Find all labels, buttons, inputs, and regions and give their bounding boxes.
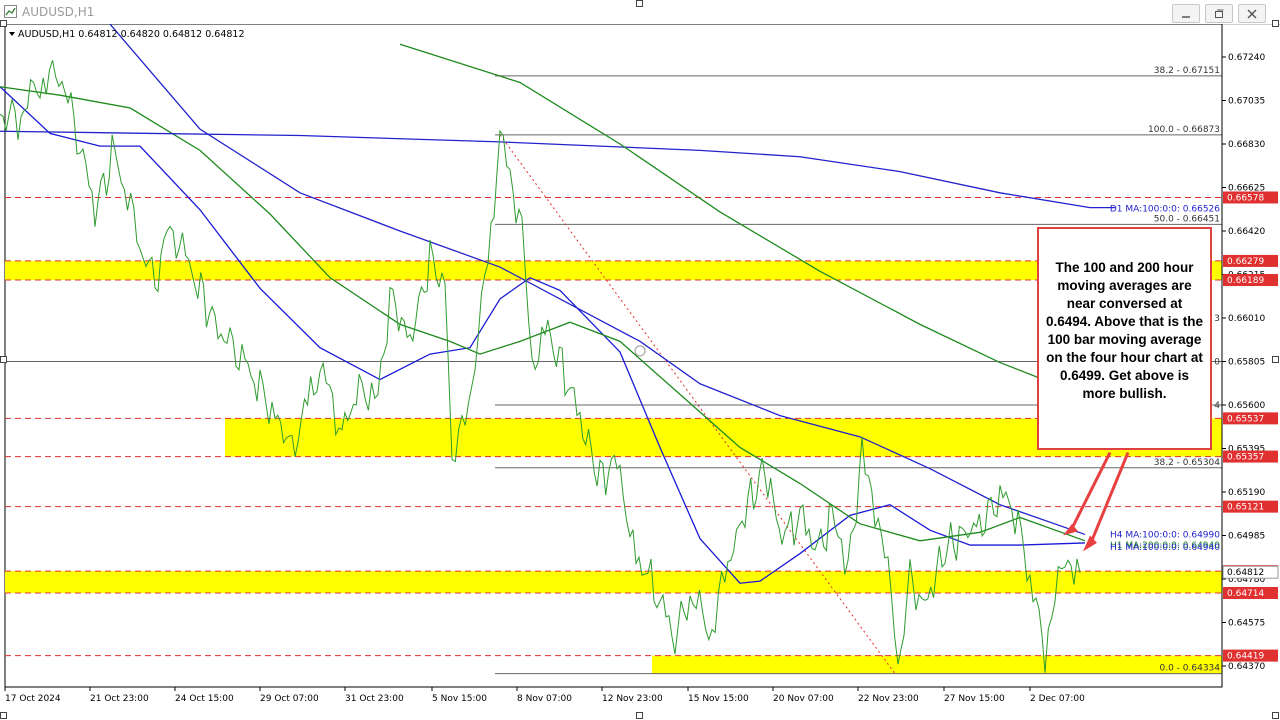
fib-level-label: 38.2 - 0.67151 bbox=[1154, 66, 1220, 76]
x-tick-label: 15 Nov 15:00 bbox=[688, 694, 749, 704]
ma-value-label: D1 MA:100:0:0: 0.66526 bbox=[1110, 205, 1220, 215]
y-tick-label: 0.64575 bbox=[1228, 619, 1265, 629]
price-label-text: 0.65537 bbox=[1227, 414, 1264, 424]
maximize-button[interactable] bbox=[1205, 4, 1233, 23]
x-tick-label: 24 Oct 15:00 bbox=[175, 694, 234, 704]
x-tick-label: 27 Nov 15:00 bbox=[944, 694, 1005, 704]
y-tick-label: 0.66420 bbox=[1228, 227, 1265, 237]
x-tick-label: 22 Nov 23:00 bbox=[858, 694, 919, 704]
price-label-text: 0.64714 bbox=[1227, 589, 1264, 599]
y-tick-label: 0.65190 bbox=[1228, 488, 1265, 498]
resize-handle-bottom[interactable] bbox=[636, 712, 643, 719]
current-price-label: 0.64812 bbox=[1227, 568, 1264, 578]
fib-level-label: 100.0 - 0.66873 bbox=[1148, 125, 1220, 135]
fib-level-label: 38.2 - 0.65304 bbox=[1154, 458, 1220, 468]
price-label-text: 0.65357 bbox=[1227, 453, 1264, 463]
x-tick-label: 17 Oct 2024 bbox=[5, 694, 61, 704]
y-tick-label: 0.64985 bbox=[1228, 532, 1265, 542]
x-tick-label: 5 Nov 15:00 bbox=[432, 694, 487, 704]
close-icon bbox=[1247, 9, 1257, 18]
resize-handle-bottom-left[interactable] bbox=[0, 712, 7, 719]
annotation-box: The 100 and 200 hour moving averages are… bbox=[1037, 227, 1212, 450]
x-tick-label: 8 Nov 07:00 bbox=[517, 694, 572, 704]
level-label-fragment: 4 bbox=[1214, 401, 1220, 411]
price-label-text: 0.66189 bbox=[1227, 276, 1264, 286]
window-title: AUDUSD,H1 bbox=[22, 5, 95, 19]
level-label-fragment: 0 bbox=[1214, 358, 1220, 368]
price-label-text: 0.66279 bbox=[1227, 257, 1264, 267]
symbol-info-label: AUDUSD,H1 0.64812 0.64820 0.64812 0.6481… bbox=[18, 29, 245, 40]
price-label-text: 0.66578 bbox=[1227, 193, 1264, 203]
resize-handle-right[interactable] bbox=[1272, 356, 1279, 363]
y-tick-label: 0.65600 bbox=[1228, 401, 1265, 411]
fib-level-label: 50.0 - 0.66451 bbox=[1154, 214, 1220, 224]
resize-handle-left[interactable] bbox=[0, 356, 7, 363]
x-tick-label: 12 Nov 23:00 bbox=[602, 694, 663, 704]
price-label-text: 0.64419 bbox=[1227, 652, 1264, 662]
y-tick-label: 0.66830 bbox=[1228, 140, 1265, 150]
chart-window-icon bbox=[4, 5, 17, 18]
minimize-icon bbox=[1182, 15, 1190, 18]
annotation-text: The 100 and 200 hour moving averages are… bbox=[1045, 260, 1204, 401]
support-resistance-zone bbox=[5, 571, 1222, 594]
resize-handle-top-left[interactable] bbox=[0, 20, 7, 27]
resize-handle-top[interactable] bbox=[636, 0, 643, 7]
y-tick-label: 0.67035 bbox=[1228, 97, 1265, 107]
y-tick-label: 0.64370 bbox=[1228, 662, 1265, 672]
y-tick-label: 0.66010 bbox=[1228, 314, 1265, 324]
ma-value-label: H1 MA:100:0:0: 0.64940 bbox=[1110, 543, 1220, 553]
support-resistance-zone bbox=[652, 655, 1222, 674]
y-tick-label: 0.67240 bbox=[1228, 53, 1265, 63]
x-tick-label: 2 Dec 07:00 bbox=[1030, 694, 1085, 704]
resize-handle-bottom-right[interactable] bbox=[1272, 712, 1279, 719]
price-label-text: 0.65121 bbox=[1227, 503, 1264, 513]
x-tick-label: 20 Nov 07:00 bbox=[773, 694, 834, 704]
resize-handle-top-right[interactable] bbox=[1272, 20, 1279, 27]
restore-icon bbox=[1215, 9, 1224, 18]
fib-level-label: 0.0 - 0.64334 bbox=[1160, 664, 1221, 674]
x-tick-label: 21 Oct 23:00 bbox=[90, 694, 149, 704]
y-tick-label: 0.65805 bbox=[1228, 358, 1265, 368]
close-button[interactable] bbox=[1238, 4, 1266, 23]
x-tick-label: 31 Oct 23:00 bbox=[345, 694, 404, 704]
x-tick-label: 29 Oct 07:00 bbox=[260, 694, 319, 704]
ma-value-label: H4 MA:100:0:0: 0.64990 bbox=[1110, 530, 1220, 540]
level-label-fragment: 3 bbox=[1214, 314, 1220, 324]
minimize-button[interactable] bbox=[1172, 4, 1200, 23]
